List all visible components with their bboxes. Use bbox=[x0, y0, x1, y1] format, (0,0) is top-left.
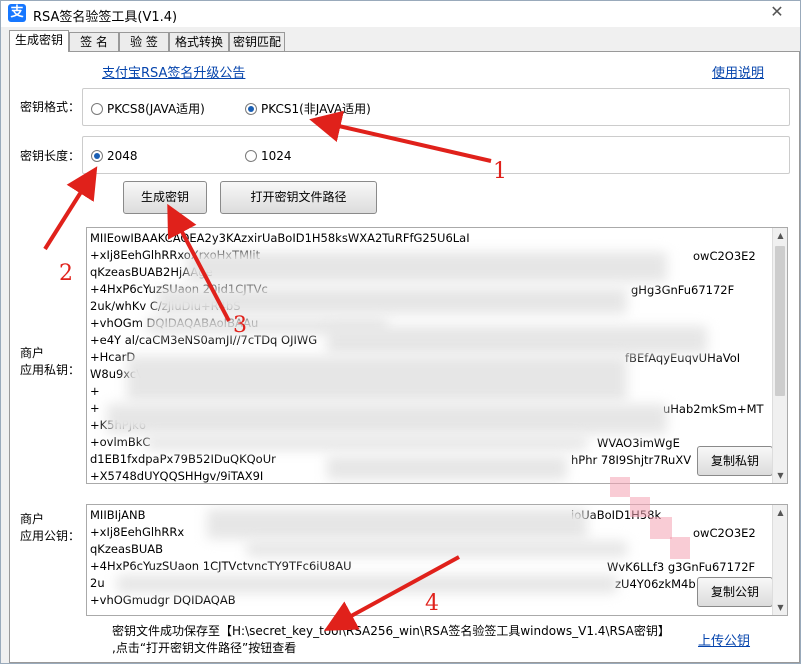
alipay-logo-icon: 支 bbox=[8, 4, 26, 22]
public-key-fragment: zU4Y06zkM4b bbox=[615, 577, 696, 591]
redaction-blur bbox=[327, 456, 567, 480]
radio-2048[interactable]: 2048 bbox=[91, 149, 138, 163]
redaction-blur bbox=[127, 356, 627, 401]
scroll-down-icon[interactable]: ▼ bbox=[773, 468, 787, 483]
public-key-label-line1: 商户 bbox=[20, 512, 45, 526]
private-key-line: MIIEowIBAAKCAQEA2y3KAzxirUaBoID1H58ksWXA… bbox=[90, 231, 470, 245]
radio-pkcs8-label: PKCS8(JAVA适用) bbox=[107, 102, 205, 116]
key-length-label: 密钥长度： bbox=[20, 149, 81, 163]
window-title: RSA签名验签工具(V1.4) bbox=[33, 10, 178, 25]
tab-sign[interactable]: 签 名 bbox=[69, 32, 119, 52]
private-key-fragment: gHg3GnFu67172F bbox=[631, 283, 735, 297]
private-key-label-line2: 应用私钥： bbox=[20, 363, 81, 377]
private-key-fragment: owC2O3E2 bbox=[693, 249, 756, 263]
help-link[interactable]: 使用说明 bbox=[712, 62, 764, 81]
redaction-blur bbox=[147, 436, 587, 450]
mosaic-block bbox=[630, 497, 650, 517]
scroll-thumb[interactable] bbox=[775, 246, 785, 396]
redaction-blur bbox=[207, 509, 587, 539]
private-key-fragment: hPhr 78I9Shjtr7RuXV bbox=[571, 453, 692, 467]
radio-pkcs1-label: PKCS1(非JAVA适用) bbox=[261, 102, 371, 116]
private-key-label-line1: 商户 bbox=[20, 346, 45, 360]
private-key-scrollbar[interactable]: ▲ ▼ bbox=[772, 228, 787, 483]
key-format-group: PKCS8(JAVA适用) PKCS1(非JAVA适用) bbox=[82, 88, 790, 126]
redaction-blur bbox=[117, 575, 617, 593]
copy-private-key-button[interactable]: 复制私钥 bbox=[697, 446, 773, 476]
annotation-4: 4 bbox=[425, 591, 439, 616]
copy-public-key-button[interactable]: 复制公钥 bbox=[697, 577, 773, 607]
generate-key-panel: 支付宝RSA签名升级公告 使用说明 密钥格式： PKCS8(JAVA适用) PK… bbox=[9, 51, 800, 663]
radio-unselected-icon bbox=[245, 150, 257, 162]
private-key-fragment: uHab2mkSm+MT bbox=[663, 402, 764, 416]
radio-selected-icon bbox=[91, 150, 103, 162]
redaction-blur bbox=[247, 541, 627, 557]
status-saved-path: 密钥文件成功保存至【H:\secret_key_tool\RSA256_win\… bbox=[112, 624, 670, 638]
title-bar: 支 RSA签名验签工具(V1.4) ✕ bbox=[1, 1, 800, 27]
generate-key-button[interactable]: 生成密钥 bbox=[123, 181, 207, 214]
scroll-up-icon[interactable]: ▲ bbox=[773, 228, 787, 243]
mosaic-block bbox=[650, 517, 672, 539]
mosaic-block bbox=[670, 537, 690, 559]
redaction-blur bbox=[187, 252, 667, 282]
radio-pkcs1[interactable]: PKCS1(非JAVA适用) bbox=[245, 100, 371, 117]
tab-verify[interactable]: 验 签 bbox=[119, 32, 169, 52]
tab-key-match[interactable]: 密钥匹配 bbox=[229, 32, 285, 52]
radio-1024[interactable]: 1024 bbox=[245, 149, 292, 163]
radio-selected-icon bbox=[245, 102, 257, 115]
redaction-blur bbox=[157, 288, 627, 314]
private-key-textarea[interactable]: MIIEowIBAAKCAQEA2y3KAzxirUaBoID1H58ksWXA… bbox=[86, 227, 788, 484]
annotation-1: 1 bbox=[493, 159, 507, 184]
key-length-group: 2048 1024 bbox=[82, 136, 790, 174]
public-key-fragment: WvK6LLf3 g3GnFu67172F bbox=[607, 560, 756, 574]
upload-public-key-link[interactable]: 上传公钥 bbox=[698, 630, 750, 649]
public-key-label-line2: 应用公钥： bbox=[20, 529, 81, 543]
radio-2048-label: 2048 bbox=[107, 149, 138, 163]
app-window: 支 RSA签名验签工具(V1.4) ✕ 生成密钥 签 名 验 签 格式转换 密钥… bbox=[0, 0, 801, 664]
scroll-down-icon[interactable]: ▼ bbox=[773, 600, 787, 615]
status-hint: ,点击“打开密钥文件路径”按钮查看 bbox=[112, 641, 297, 655]
radio-pkcs8[interactable]: PKCS8(JAVA适用) bbox=[91, 100, 205, 117]
mosaic-block bbox=[610, 477, 630, 497]
key-format-label: 密钥格式： bbox=[20, 100, 81, 114]
tab-generate-key[interactable]: 生成密钥 bbox=[9, 30, 69, 52]
scroll-up-icon[interactable]: ▲ bbox=[773, 505, 787, 520]
open-key-path-button[interactable]: 打开密钥文件路径 bbox=[220, 181, 377, 214]
radio-unselected-icon bbox=[91, 102, 103, 115]
redaction-blur bbox=[327, 326, 707, 354]
annotation-2: 2 bbox=[59, 261, 73, 286]
public-key-scrollbar[interactable]: ▲ ▼ bbox=[772, 505, 787, 615]
redaction-blur bbox=[107, 404, 667, 434]
annotation-3: 3 bbox=[233, 313, 247, 338]
radio-1024-label: 1024 bbox=[261, 149, 292, 163]
public-key-fragment: owC2O3E2 bbox=[693, 526, 756, 540]
close-icon[interactable]: ✕ bbox=[762, 2, 792, 22]
announcement-link[interactable]: 支付宝RSA签名升级公告 bbox=[102, 62, 245, 81]
tab-format-convert[interactable]: 格式转换 bbox=[169, 32, 229, 52]
private-key-fragment: WVAO3imWgE bbox=[597, 436, 680, 450]
